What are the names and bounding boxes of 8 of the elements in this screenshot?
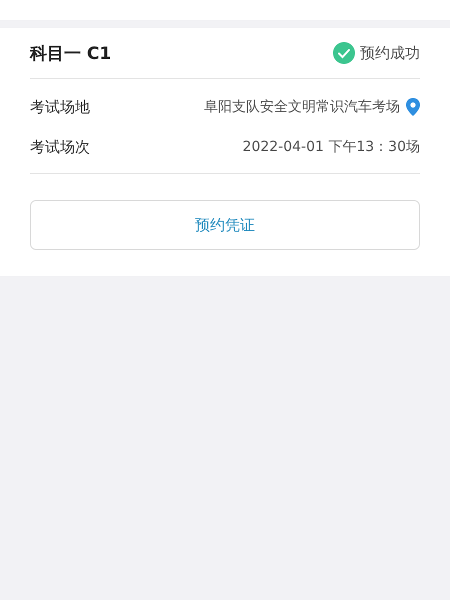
voucher-button[interactable]: 预约凭证	[30, 200, 420, 250]
detail-value: 2022-04-01 下午13：30场	[242, 138, 420, 156]
location-pin-icon[interactable]	[406, 98, 420, 116]
detail-value: 阜阳支队安全文明常识汽车考场	[204, 98, 400, 116]
detail-label: 考试场地	[30, 98, 90, 116]
subject-title: 科目一 C1	[30, 42, 112, 64]
detail-label: 考试场次	[30, 138, 90, 156]
status-text: 预约成功	[360, 44, 420, 62]
